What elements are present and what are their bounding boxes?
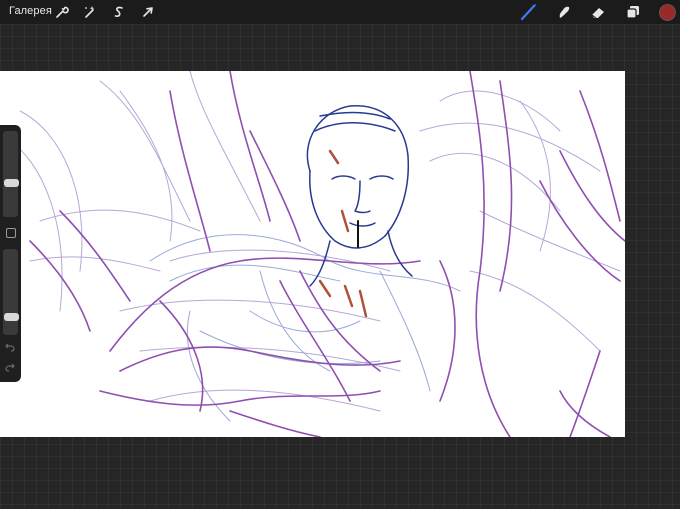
redo-button[interactable]: [4, 363, 16, 373]
eraser-icon: [590, 4, 606, 20]
undo-button[interactable]: [4, 343, 16, 353]
current-color-swatch: [658, 3, 676, 21]
layers-button[interactable]: [624, 3, 642, 21]
smudge-icon: [556, 4, 572, 20]
opacity-slider[interactable]: [3, 249, 19, 335]
adjustments-button[interactable]: [81, 3, 99, 21]
color-picker-button[interactable]: [658, 3, 676, 21]
selection-s-icon: [112, 5, 126, 19]
sketch-artwork: [9, 71, 625, 437]
magic-wand-icon: [83, 5, 97, 19]
brush-size-slider[interactable]: [3, 131, 19, 217]
brush-size-thumb[interactable]: [4, 179, 19, 187]
brush-sidebar: [0, 125, 21, 382]
top-toolbar: Галерея: [0, 0, 680, 24]
eraser-button[interactable]: [589, 3, 607, 21]
undo-icon: [5, 339, 15, 357]
transform-button[interactable]: [139, 3, 157, 21]
actions-button[interactable]: [53, 3, 71, 21]
smudge-button[interactable]: [555, 3, 573, 21]
selection-button[interactable]: [110, 3, 128, 21]
gallery-button[interactable]: Галерея: [9, 4, 52, 18]
layers-icon: [625, 4, 641, 20]
brush-icon: [520, 3, 538, 21]
brush-button[interactable]: [520, 3, 538, 21]
opacity-thumb[interactable]: [4, 313, 19, 321]
wrench-icon: [55, 5, 69, 19]
arrow-cursor-icon: [141, 5, 155, 19]
modify-square-icon[interactable]: [6, 228, 16, 238]
redo-icon: [5, 359, 15, 377]
drawing-canvas[interactable]: [0, 71, 625, 437]
